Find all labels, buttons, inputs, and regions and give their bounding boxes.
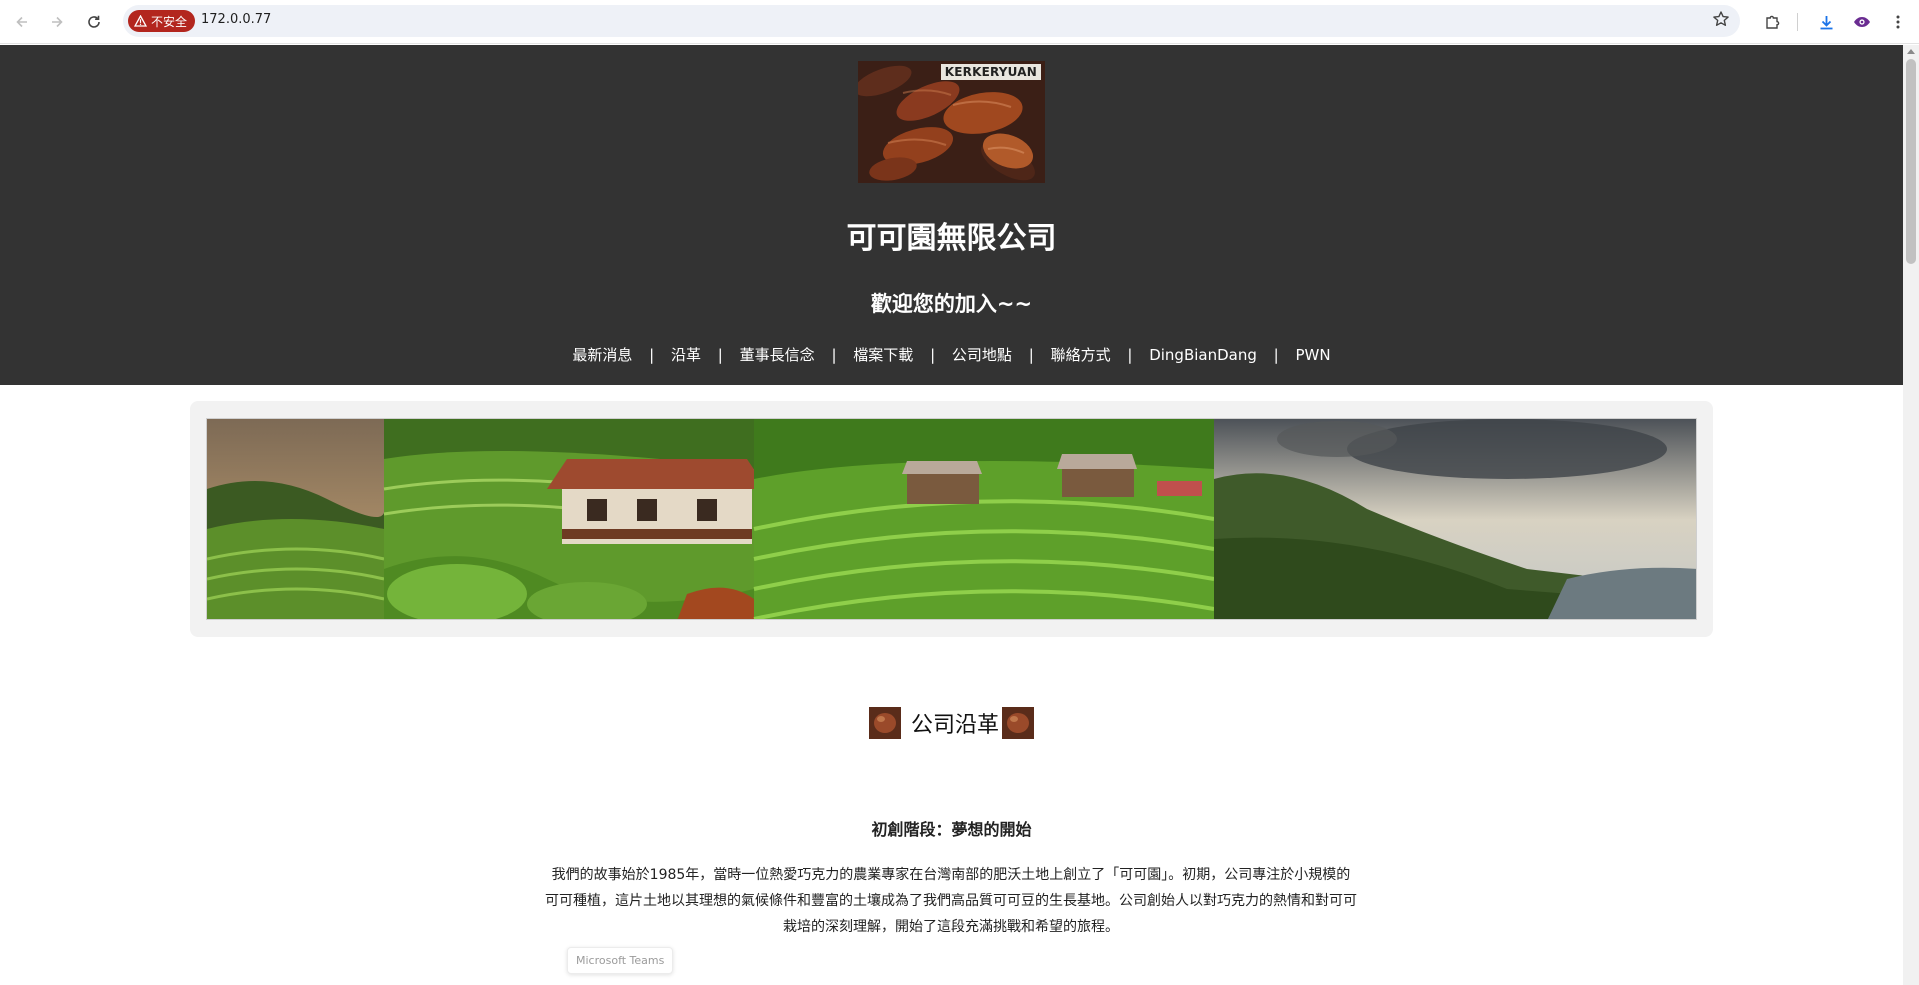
nav-separator: |: [1028, 346, 1034, 364]
forward-button[interactable]: [44, 9, 70, 35]
company-logo: KERKERYUAN: [858, 61, 1045, 183]
logo-text: KERKERYUAN: [940, 64, 1041, 80]
nav-separator: |: [1273, 346, 1279, 364]
security-label: 不安全: [151, 14, 188, 29]
nav-link-pwn[interactable]: PWN: [1296, 346, 1331, 364]
cocoa-icon: [1002, 707, 1034, 739]
cocoa-icon: [868, 707, 901, 739]
nav-link-location[interactable]: 公司地點: [952, 346, 1012, 364]
star-icon: [1713, 11, 1729, 26]
eye-extension-icon: [1854, 17, 1870, 27]
nav-link-history[interactable]: 沿革: [671, 346, 701, 364]
nav-link-dingbiandang[interactable]: DingBianDang: [1149, 346, 1257, 364]
download-icon: [1820, 15, 1832, 29]
site-header: KERKERYUAN 可可園無限公司 歡迎您的加入~~ 最新消息 | 沿革 | …: [0, 45, 1903, 385]
page-viewport: KERKERYUAN 可可園無限公司 歡迎您的加入~~ 最新消息 | 沿革 | …: [0, 45, 1903, 985]
site-subtitle: 歡迎您的加入~~: [870, 292, 1033, 316]
kebab-menu-icon: [1896, 15, 1900, 29]
profile-extension-button[interactable]: [1849, 9, 1875, 35]
nav-separator: |: [930, 346, 936, 364]
plantation-banner-image: [206, 418, 1697, 620]
nav-link-chairman[interactable]: 董事長信念: [740, 346, 815, 364]
page-scrollbar[interactable]: [1903, 45, 1919, 985]
nav-link-downloads[interactable]: 檔案下載: [853, 346, 913, 364]
back-button[interactable]: [9, 9, 35, 35]
scrollbar-thumb[interactable]: [1906, 59, 1916, 264]
nav-separator: |: [1127, 346, 1133, 364]
main-nav: 最新消息 | 沿革 | 董事長信念 | 檔案下載 | 公司地點 | 聯絡方式 |…: [0, 344, 1903, 365]
section-heading: 公司沿革: [0, 707, 1903, 739]
arrow-right-icon: [52, 16, 63, 28]
site-title: 可可園無限公司: [846, 221, 1057, 256]
nav-link-contact[interactable]: 聯絡方式: [1051, 346, 1111, 364]
taskbar-tooltip: Microsoft Teams: [567, 947, 674, 974]
arrow-left-icon: [16, 16, 27, 28]
reload-button[interactable]: [81, 9, 107, 35]
toolbar-divider: [1797, 13, 1798, 31]
scroll-up-arrow-icon[interactable]: [1907, 49, 1915, 54]
nav-separator: |: [831, 346, 837, 364]
puzzle-icon: [1765, 15, 1779, 29]
section-title: 公司沿革: [910, 713, 999, 738]
history-paragraph: 我們的故事始於1985年，當時一位熱愛巧克力的農業專家在台灣南部的肥沃土地上創立…: [545, 867, 1357, 935]
extensions-button[interactable]: [1759, 9, 1785, 35]
banner-container: [190, 401, 1713, 637]
phase-title: 初創階段：夢想的開始: [871, 820, 1032, 839]
reload-icon: [88, 15, 100, 28]
url-text[interactable]: 172.0.0.77: [201, 12, 271, 27]
downloads-button[interactable]: [1813, 9, 1839, 35]
nav-link-news[interactable]: 最新消息: [572, 346, 632, 364]
warning-triangle-icon: [134, 15, 147, 27]
browser-menu-button[interactable]: [1885, 9, 1911, 35]
security-chip[interactable]: 不安全: [128, 10, 196, 32]
nav-separator: |: [717, 346, 723, 364]
browser-toolbar: 不安全 172.0.0.77: [0, 0, 1919, 44]
nav-separator: |: [649, 346, 655, 364]
bookmark-button[interactable]: [1712, 10, 1730, 33]
address-bar[interactable]: 不安全 172.0.0.77: [123, 5, 1740, 37]
